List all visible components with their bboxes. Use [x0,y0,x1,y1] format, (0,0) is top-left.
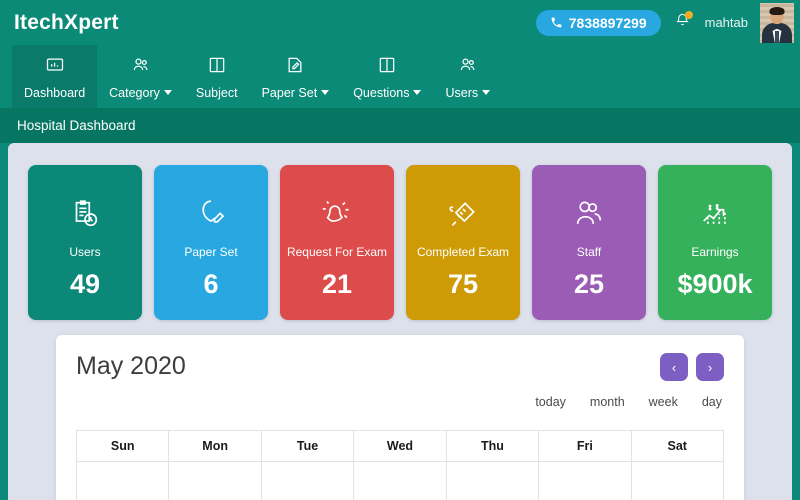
chevron-down-icon [413,90,422,95]
stat-card-value: 6 [203,269,219,299]
calendar-weekday: Sat [667,439,687,453]
stat-card-request-for-exam[interactable]: Request For Exam 21 [280,165,394,320]
username-label[interactable]: mahtab [705,15,748,30]
chevron-down-icon [482,90,491,95]
calendar-view-switcher: today month week day [76,395,724,409]
calendar-day-cell[interactable] [354,462,447,500]
nav-label-users: Users [445,85,479,100]
nav-label-questions: Questions [353,85,410,100]
nav-label-paper-set: Paper Set [261,85,318,100]
calendar-panel: May 2020 ‹ › today month week day Sun Mo… [56,335,744,500]
calendar-weekday: Wed [354,431,447,461]
stat-card-title: Completed Exam [416,245,510,259]
avatar[interactable] [760,2,794,43]
calendar-day-cell[interactable] [539,462,632,500]
book-open-icon [377,55,397,80]
calendar-weekday: Fri [539,431,632,461]
calendar-next-button[interactable]: › [696,353,724,381]
stat-card-title: Staff [576,245,602,259]
calendar-weekday: Mon [169,431,262,461]
clipboard-clock-icon [68,191,102,237]
nav-item-subject[interactable]: Subject [184,45,250,108]
phone-button[interactable]: 7838897299 [535,9,661,36]
calendar-header: May 2020 ‹ › [76,352,724,381]
earnings-chart-icon [698,191,732,237]
stat-card-value: 49 [69,269,101,299]
dashboard-icon [45,55,65,80]
notification-badge-dot [684,10,693,19]
calendar-nav-buttons: ‹ › [660,353,724,381]
book-icon [207,55,227,80]
nav-item-users[interactable]: Users [433,45,502,108]
syringe-icon [446,191,480,237]
phone-number: 7838897299 [568,14,647,31]
header-actions: 7838897299 mahtab [535,2,794,43]
content-area: Users 49 Paper Set 6 Request For Exam 21… [8,143,792,500]
nav-label-subject: Subject [195,85,238,100]
avatar-hair [769,6,785,15]
staff-group-icon [572,191,606,237]
stat-card-completed-exam[interactable]: Completed Exam 75 [406,165,520,320]
stat-card-staff[interactable]: Staff 25 [532,165,646,320]
stat-card-value: 21 [321,269,353,299]
stat-card-title: Users [69,245,101,259]
calendar-weekday: Tue [262,431,355,461]
stat-card-earnings[interactable]: Earnings $900k [658,165,772,320]
paper-pencil-icon [194,191,228,237]
calendar-weekday: Thu [447,431,540,461]
people-icon [131,55,151,80]
stat-card-title: Request For Exam [286,245,388,259]
nav-item-dashboard[interactable]: Dashboard [12,45,98,108]
notifications-button[interactable] [673,10,693,35]
calendar-month-title: May 2020 [76,352,186,380]
calendar-weekday-header: Sun Mon Tue Wed Thu Fri Sat [77,431,723,462]
top-header: ItechXpert 7838897299 mahtab [0,0,800,45]
nav-item-category[interactable]: Category [97,45,184,108]
nav-item-questions[interactable]: Questions [341,45,433,108]
phone-icon [550,16,563,29]
stat-card-title: Earnings [691,245,739,259]
main-navigation: Dashboard Category Subject Paper Set Que… [0,45,800,108]
chevron-down-icon [163,90,172,95]
stat-card-value: 25 [573,269,605,299]
dashboard-app: ItechXpert 7838897299 mahtab Dashboard C… [0,0,800,500]
calendar-week-row [77,462,723,500]
stat-card-users[interactable]: Users 49 [28,165,142,320]
calendar-day-cell[interactable] [77,462,170,500]
calendar-day-cell[interactable] [632,462,723,500]
calendar-weekday: Sun [77,431,170,461]
calendar-view-month[interactable]: month [590,395,625,409]
stat-card-paper-set[interactable]: Paper Set 6 [154,165,268,320]
calendar-day-cell[interactable] [169,462,262,500]
nav-item-paper-set[interactable]: Paper Set [250,45,342,108]
stat-card-value: $900k [677,269,753,299]
alert-bell-icon [320,191,354,237]
calendar-day-cell[interactable] [447,462,540,500]
edit-note-icon [285,55,305,80]
calendar-view-day[interactable]: day [702,395,722,409]
calendar-grid: Sun Mon Tue Wed Thu Fri Sat [76,430,724,500]
calendar-view-week[interactable]: week [649,395,678,409]
people-icon [458,55,478,80]
stat-cards-row: Users 49 Paper Set 6 Request For Exam 21… [28,165,772,320]
nav-label-dashboard: Dashboard [24,85,86,100]
stat-card-title: Paper Set [184,245,238,259]
brand-logo[interactable]: ItechXpert [14,12,119,33]
calendar-prev-button[interactable]: ‹ [660,353,688,381]
chevron-down-icon [321,90,330,95]
avatar-tie [775,30,779,43]
calendar-day-cell[interactable] [262,462,355,500]
stat-card-value: 75 [447,269,479,299]
calendar-view-today[interactable]: today [535,395,566,409]
breadcrumb: Hospital Dashboard [0,108,800,143]
page-title: Hospital Dashboard [17,118,136,133]
nav-label-category: Category [109,85,160,100]
